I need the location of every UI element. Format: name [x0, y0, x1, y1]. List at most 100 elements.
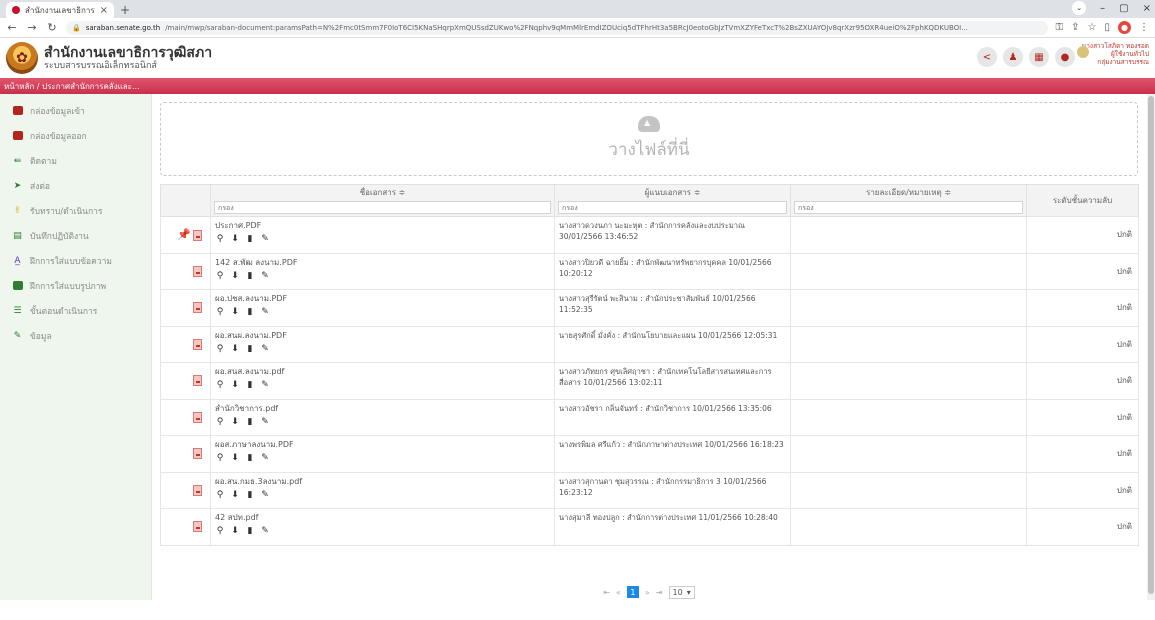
bookmark-icon[interactable]: ▮ [245, 380, 255, 390]
bookmark-icon[interactable]: ▮ [245, 271, 255, 281]
forward-icon[interactable]: → [26, 21, 38, 34]
pin-icon[interactable]: 📌 [177, 228, 191, 241]
table-row[interactable]: ผอ.สนผ.ลงนาม.PDF ⚲ ⬇ ▮ ✎ นายสุรศักดิ์ มั… [160, 325, 1139, 363]
table-row[interactable]: ผอ.สนส.ลงนาม.pdf ⚲ ⬇ ▮ ✎ นางสาวภัทยกร ศุ… [160, 362, 1139, 400]
sidebar-item-inbox[interactable]: กล่องข้อมูลเข้า [0, 98, 151, 123]
user-info[interactable]: นางสาวโสภิดา ทองรอด ผู้ใช้งานทั่วไป กลุ่… [1077, 42, 1149, 66]
table-row[interactable]: ผอ.สน.กมธ.3ลงนาม.pdf ⚲ ⬇ ▮ ✎ นางสาวสุกาน… [160, 471, 1139, 509]
minimize-icon[interactable]: – [1100, 3, 1105, 14]
page-size-select[interactable]: 10 ▾ [668, 585, 695, 599]
file-dropzone[interactable]: วางไฟล์ที่นี่ [160, 102, 1138, 176]
bookmark-icon[interactable]: ▮ [245, 417, 255, 427]
filter-attached-by-input[interactable] [558, 201, 787, 215]
last-page-icon[interactable]: ⇥ [656, 588, 663, 597]
bookmark-icon[interactable]: ▮ [245, 234, 255, 244]
key-icon[interactable]: ⚿ [1056, 22, 1064, 33]
table-row[interactable]: 📌 ประกาศ.PDF ⚲ ⬇ ▮ ✎ นางสาวดวงนภา นะมะหุ… [160, 216, 1139, 254]
download-icon[interactable]: ⬇ [230, 271, 240, 281]
side-panel-icon[interactable]: ▯ [1104, 22, 1110, 33]
document-name-link[interactable]: ผอ.ปชส.ลงนาม.PDF [215, 293, 550, 304]
bookmark-icon[interactable]: ▮ [245, 490, 255, 500]
bookmark-icon[interactable]: ▮ [245, 307, 255, 317]
download-icon[interactable]: ⬇ [230, 417, 240, 427]
view-magnifier-icon[interactable]: ⚲ [215, 380, 225, 390]
sidebar-item-acknowledge[interactable]: ✌ รับทราบ/ดำเนินการ [0, 198, 151, 223]
edit-icon[interactable]: ✎ [260, 453, 270, 463]
bookmark-icon[interactable]: ▮ [245, 526, 255, 536]
edit-icon[interactable]: ✎ [260, 271, 270, 281]
page-number-current[interactable]: 1 [626, 586, 639, 598]
table-row[interactable]: สำนักวิชาการ.pdf ⚲ ⬇ ▮ ✎ นางสาวอัชรา กลิ… [160, 398, 1139, 436]
view-magnifier-icon[interactable]: ⚲ [215, 453, 225, 463]
edit-icon[interactable]: ✎ [260, 307, 270, 317]
tab-search-icon[interactable]: ⌄ [1072, 1, 1087, 15]
view-magnifier-icon[interactable]: ⚲ [215, 344, 225, 354]
view-magnifier-icon[interactable]: ⚲ [215, 307, 225, 317]
lock-icon[interactable]: 🔒 [72, 24, 81, 32]
download-icon[interactable]: ⬇ [230, 526, 240, 536]
document-name-link[interactable]: ประกาศ.PDF [215, 220, 550, 231]
download-icon[interactable]: ⬇ [230, 453, 240, 463]
column-header-attached-by[interactable]: ผู้แนบเอกสาร ≑ [554, 184, 791, 200]
apps-grid-icon[interactable]: ▦ [1029, 47, 1049, 67]
sidebar-item-follow-up[interactable]: ⇚ ติดตาม [0, 148, 151, 173]
download-icon[interactable]: ⬇ [230, 307, 240, 317]
table-row[interactable]: ผอส.ภาษาลงนาม.PDF ⚲ ⬇ ▮ ✎ นางพรพิมล ศรีแ… [160, 435, 1139, 473]
document-name-link[interactable]: 42 สปท.pdf [215, 512, 550, 523]
filter-details-input[interactable] [794, 201, 1023, 215]
table-row[interactable]: 42 สปท.pdf ⚲ ⬇ ▮ ✎ นางสุมาลี ทองปลูก : ส… [160, 508, 1139, 546]
column-header-document-name[interactable]: ชื่อเอกสาร ≑ [210, 184, 555, 200]
bookmark-icon[interactable]: ▮ [245, 453, 255, 463]
edit-icon[interactable]: ✎ [260, 344, 270, 354]
browser-tab[interactable]: สำนักงานเลขาธิการวุฒิสภา × [6, 2, 114, 18]
first-page-icon[interactable]: ⇤ [603, 588, 610, 597]
column-header-details[interactable]: รายละเอียด/หมายเหตุ ≑ [790, 184, 1027, 200]
view-magnifier-icon[interactable]: ⚲ [215, 417, 225, 427]
download-icon[interactable]: ⬇ [230, 380, 240, 390]
view-magnifier-icon[interactable]: ⚲ [215, 271, 225, 281]
bookmark-star-icon[interactable]: ☆ [1088, 22, 1097, 33]
edit-icon[interactable]: ✎ [260, 380, 270, 390]
edit-icon[interactable]: ✎ [260, 234, 270, 244]
share-icon[interactable]: ⇪ [1071, 22, 1079, 33]
table-row[interactable]: 142 ส.พัฒ ลงนาม.PDF ⚲ ⬇ ▮ ✎ นางสาวปิยวดี… [160, 252, 1139, 290]
reload-icon[interactable]: ↻ [46, 21, 58, 34]
breadcrumb[interactable]: หน้าหลัก / ประกาศสำนักการคลังและ... [0, 78, 1155, 94]
next-page-icon[interactable]: » [645, 588, 650, 597]
profile-avatar-icon[interactable]: ● [1118, 21, 1131, 34]
back-icon[interactable]: ← [6, 21, 18, 34]
close-window-icon[interactable]: × [1143, 3, 1151, 14]
document-name-link[interactable]: 142 ส.พัฒ ลงนาม.PDF [215, 257, 550, 268]
browser-menu-icon[interactable]: ⋮ [1139, 22, 1149, 33]
filter-document-name-input[interactable] [214, 201, 551, 215]
document-name-link[interactable]: ผอ.สนส.ลงนาม.pdf [215, 366, 550, 377]
share-icon[interactable]: < [977, 47, 997, 67]
sidebar-item-work-log[interactable]: ▤ บันทึกปฏิบัติงาน [0, 223, 151, 248]
download-icon[interactable]: ⬇ [230, 234, 240, 244]
address-bar[interactable]: 🔒 saraban.senate.go.th/main/mwp/saraban-… [66, 20, 1048, 35]
bookmark-icon[interactable]: ▮ [245, 344, 255, 354]
edit-icon[interactable]: ✎ [260, 526, 270, 536]
close-tab-icon[interactable]: × [100, 5, 108, 16]
user-icon[interactable]: ● [1055, 47, 1075, 67]
sidebar-item-outbox[interactable]: กล่องข้อมูลออก [0, 123, 151, 148]
table-row[interactable]: ผอ.ปชส.ลงนาม.PDF ⚲ ⬇ ▮ ✎ นางสาวสุรีรัตน์… [160, 289, 1139, 327]
edit-icon[interactable]: ✎ [260, 490, 270, 500]
prev-page-icon[interactable]: « [616, 588, 621, 597]
view-magnifier-icon[interactable]: ⚲ [215, 234, 225, 244]
sidebar-item-image-template[interactable]: ฝึกการใส่แบบรูปภาพ [0, 273, 151, 298]
sidebar-item-forward[interactable]: ➤ ส่งต่อ [0, 173, 151, 198]
maximize-icon[interactable]: ▢ [1119, 3, 1128, 14]
notification-bell-icon[interactable]: ♟ [1003, 47, 1023, 67]
sidebar-item-procedure[interactable]: ☰ ขั้นตอนดำเนินการ [0, 298, 151, 323]
new-tab-button[interactable]: + [117, 3, 133, 17]
scrollbar-thumb[interactable] [1148, 96, 1154, 594]
sidebar-item-info[interactable]: ✎ ข้อมูล [0, 323, 151, 348]
edit-icon[interactable]: ✎ [260, 417, 270, 427]
document-name-link[interactable]: ผอส.ภาษาลงนาม.PDF [215, 439, 550, 450]
scrollbar[interactable] [1147, 94, 1155, 600]
document-name-link[interactable]: ผอ.สน.กมธ.3ลงนาม.pdf [215, 476, 550, 487]
document-name-link[interactable]: ผอ.สนผ.ลงนาม.PDF [215, 330, 550, 341]
download-icon[interactable]: ⬇ [230, 490, 240, 500]
document-name-link[interactable]: สำนักวิชาการ.pdf [215, 403, 550, 414]
